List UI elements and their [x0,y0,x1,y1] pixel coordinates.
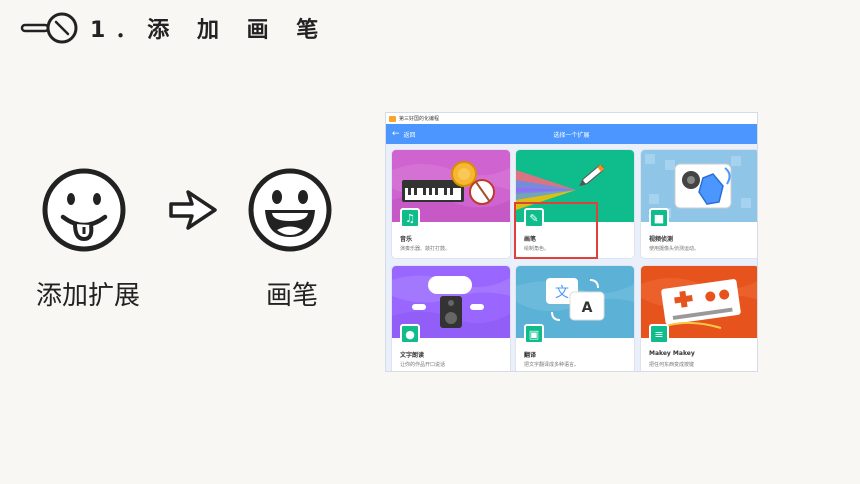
app-logo-icon [389,115,396,122]
video-camera-icon: ■ [649,208,669,228]
pen-card-highlight-box [514,202,598,259]
extension-card-makey-makey[interactable]: ≡ Makey Makey 把任何东西变成按键 [641,266,757,371]
slide-title: 1．添 加 画 笔 [90,18,329,43]
extension-name: 视频侦测 [649,236,674,243]
svg-text:A: A [582,300,593,316]
makey-board-icon: ≡ [649,324,669,344]
translate-icon: ▣ [524,324,544,344]
extension-description: 把文字翻译成多种语言。 [524,362,580,368]
extension-description: 让你的作品开口说话 [400,362,446,368]
extension-description: 使用摄像头侦测运动。 [649,246,700,252]
svg-text:文: 文 [555,285,569,301]
extension-card-music[interactable]: ♫ 音乐 演奏乐器、敲打打鼓。 [392,150,510,258]
right-arrow-outline-icon [168,188,218,232]
extension-library-screenshot: 第三好国的化编程 ← 返回 选择一个扩展 ♫ 音乐 演奏乐器、敲打打鼓。 ✎ 画… [385,112,758,372]
choose-extension-title: 选择一个扩展 [553,131,590,139]
extension-description: 演奏乐器、敲打打鼓。 [400,246,451,252]
extension-card-video-sensing[interactable]: ■ 视频侦测 使用摄像头侦测运动。 [641,150,757,258]
slide-header: 1．添 加 画 笔 [20,12,328,44]
laughing-smiley-icon [247,167,333,253]
extension-description: 把任何东西变成按键 [649,362,695,368]
extension-name: 翻译 [524,352,537,359]
back-arrow-icon: ← [392,128,400,139]
app-title: 第三好国的化编程 [399,116,440,122]
magnifier-icon [20,12,78,44]
screenshot-titlebar: 第三好国的化编程 [386,113,757,124]
music-notes-icon: ♫ [400,208,420,228]
speech-bubble-icon: ● [400,324,420,344]
back-label: 返回 [403,131,416,139]
add-extension-caption: 添加扩展 [36,281,141,311]
extension-library-navbar: ← 返回 选择一个扩展 [386,124,757,144]
back-button[interactable]: ← 返回 [392,128,416,139]
extension-name: 音乐 [400,236,413,243]
extension-name: Makey Makey [649,350,695,357]
extension-card-translate[interactable]: 文 A ▣ 翻译 把文字翻译成多种语言。 [516,266,634,371]
tongue-smiley-icon [41,167,127,253]
pen-caption: 画笔 [266,281,319,311]
extension-card-text-to-speech[interactable]: ● 文字朗读 让你的作品开口说话 [392,266,510,371]
extension-name: 文字朗读 [400,352,425,359]
